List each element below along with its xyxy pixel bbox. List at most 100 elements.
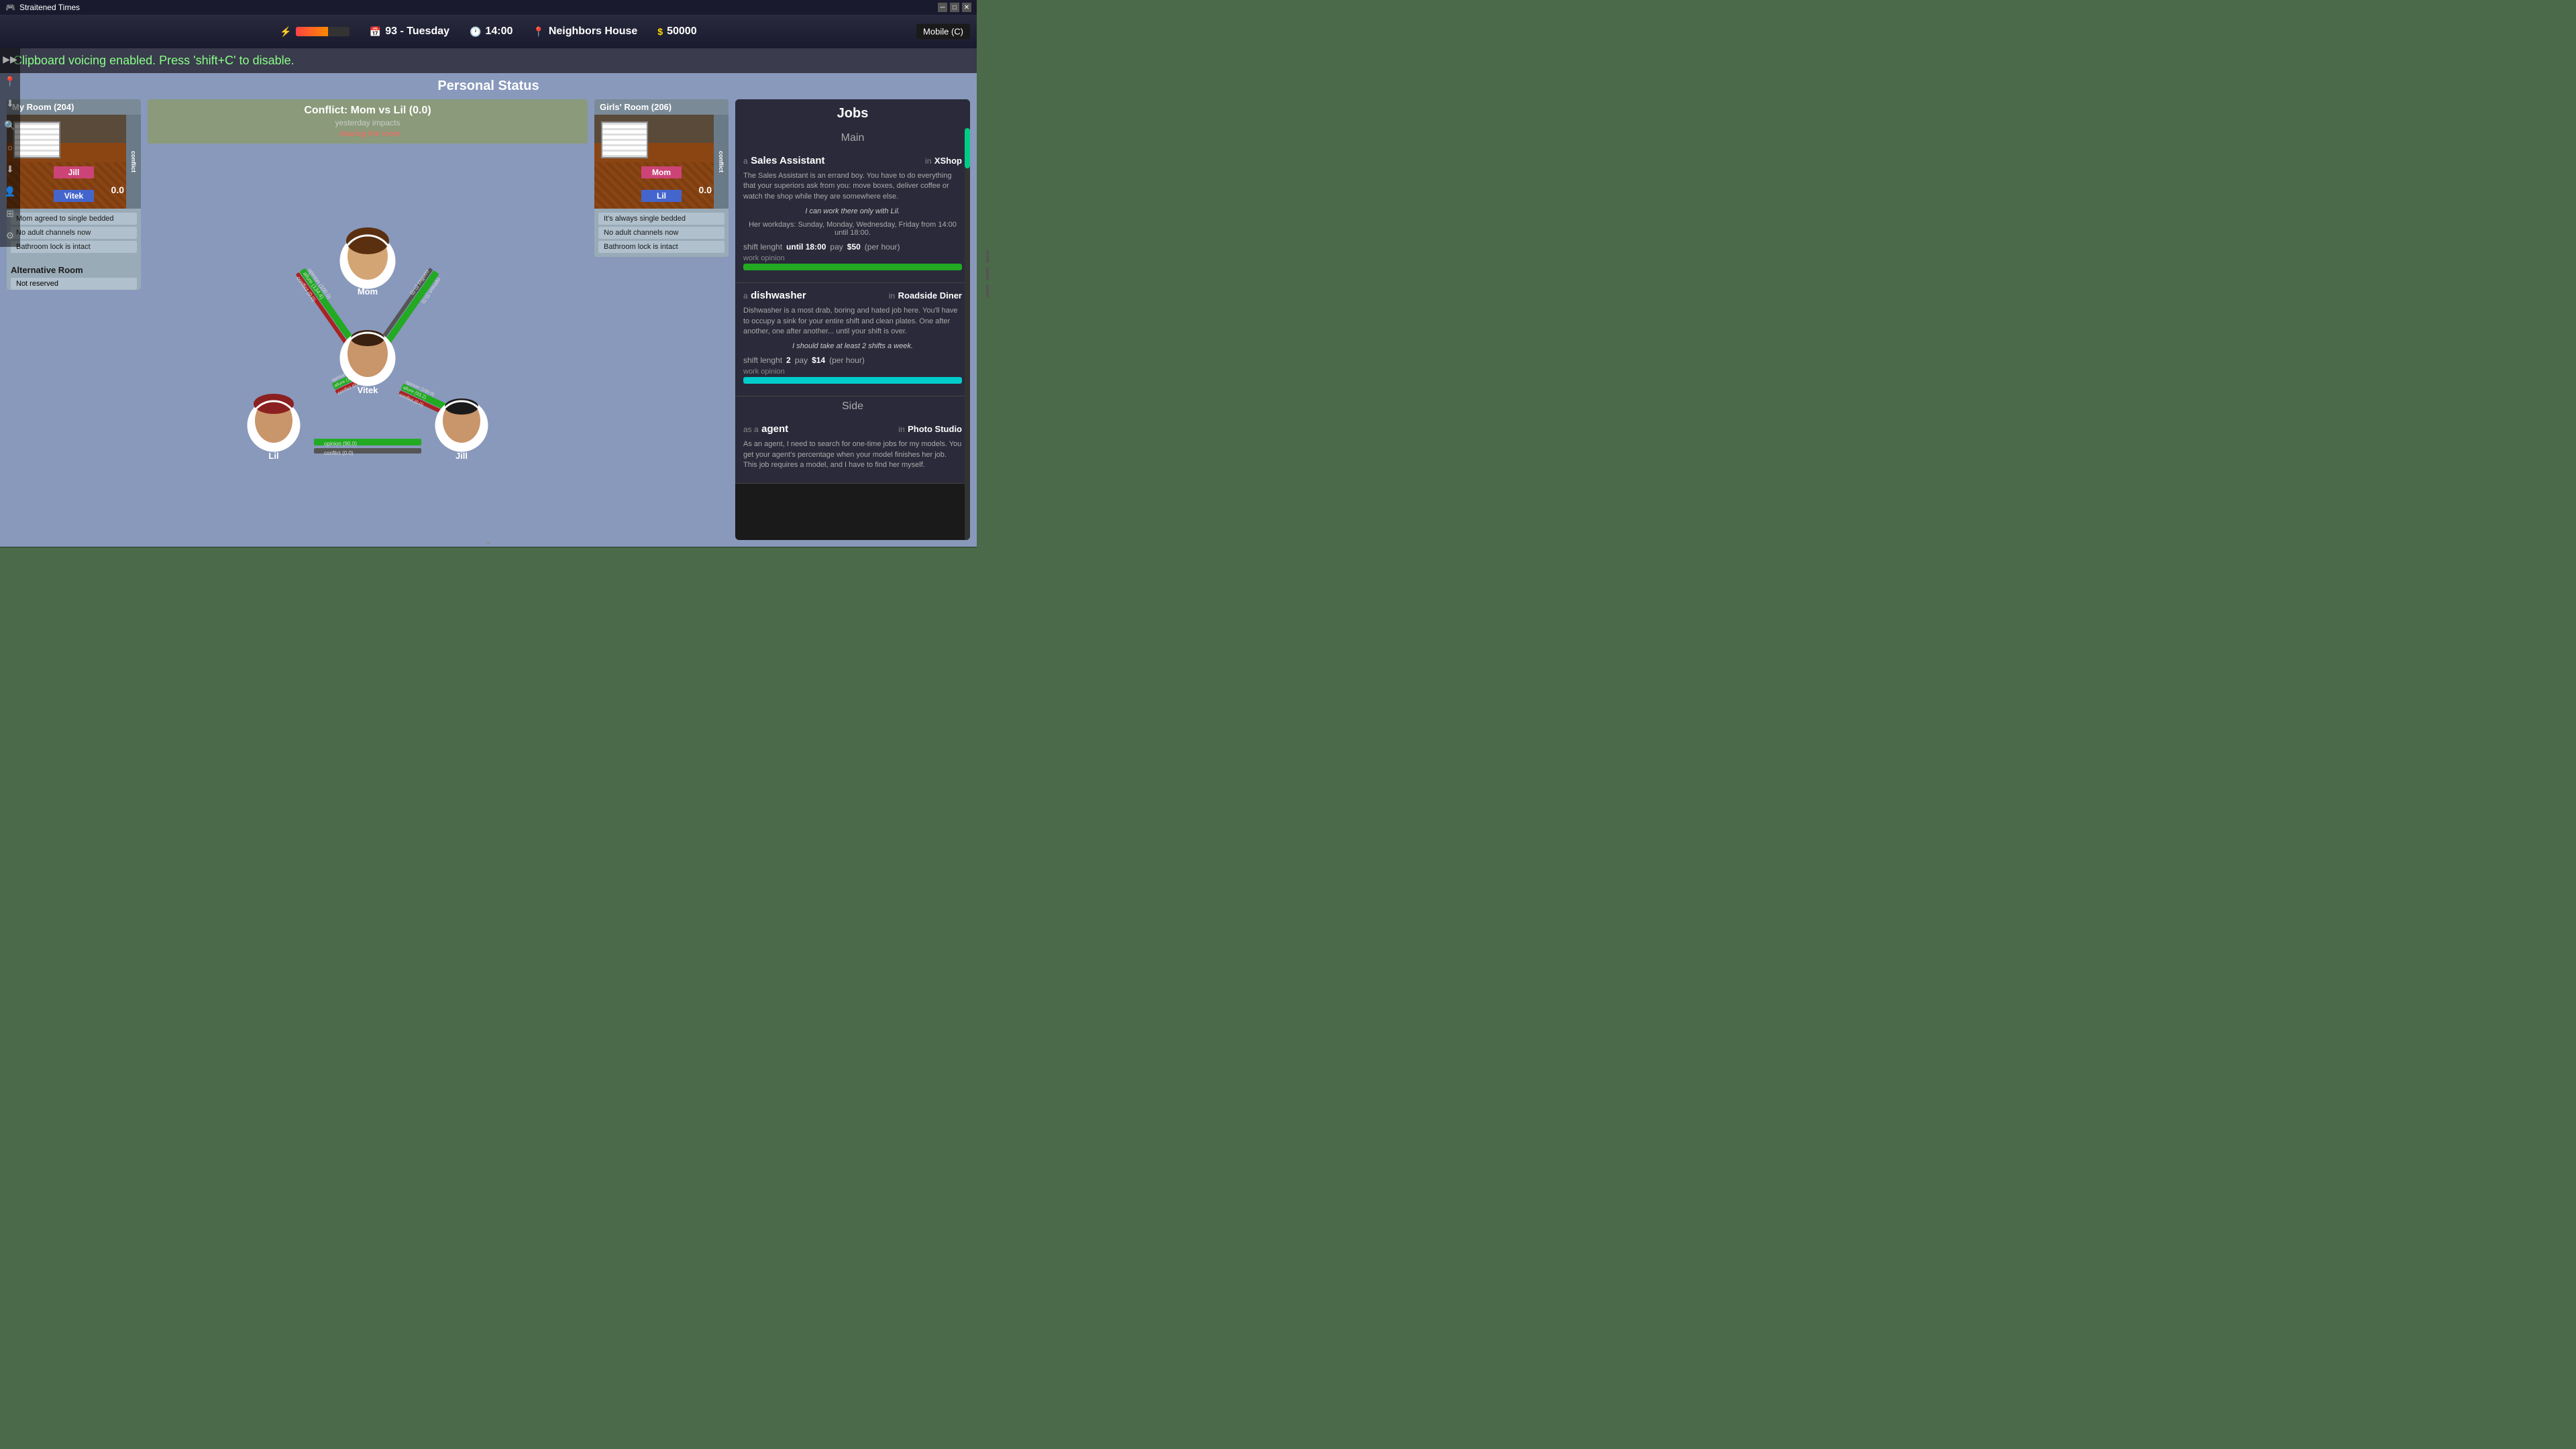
section-title: Personal Status — [0, 73, 977, 99]
job-shift-1: shift lenght until 18:00 pay $50 (per ho… — [743, 242, 962, 252]
sidebar-location-icon[interactable]: 📍 — [1, 73, 18, 90]
conflict-value-right: 0.0 — [699, 184, 712, 195]
close-button[interactable]: ✕ — [962, 3, 971, 12]
not-reserved-badge: Not reserved — [11, 278, 137, 290]
location-display: Neighbors House — [549, 25, 637, 38]
agent-job[interactable]: as a agent in Photo Studio As an agent, … — [735, 417, 970, 483]
room-bed — [13, 121, 60, 158]
jobs-side-header: Side — [735, 396, 970, 417]
energy-item: ⚡ — [280, 26, 349, 38]
conflict-subtitle: yesterday impacts — [158, 118, 577, 127]
jobs-panel: Jobs Main a Sales Assistant — [735, 99, 970, 540]
lightning-icon: ⚡ — [280, 26, 291, 38]
dishwasher-job[interactable]: a dishwasher in Roadside Diner Dishwashe… — [735, 283, 970, 396]
status-no-adult-right: No adult channels now — [598, 227, 724, 239]
location-item: 📍 Neighbors House — [533, 25, 637, 38]
job-company-1: XShop — [934, 156, 962, 166]
jobs-main-header: Main — [735, 128, 970, 148]
conflict-box: Conflict: Mom vs Lil (0.0) yesterday imp… — [148, 99, 588, 144]
job-in-2: in — [889, 291, 895, 301]
job-company-3: Photo Studio — [908, 424, 962, 434]
mom-badge: Mom — [641, 166, 682, 178]
window-controls: ─ □ ✕ — [938, 3, 971, 12]
job-as-3: as a — [743, 425, 759, 434]
sidebar-download-icon[interactable]: ⬇ — [3, 95, 17, 112]
shift-pay-2: $14 — [812, 356, 825, 365]
my-room-header: My Room (204) — [7, 99, 141, 115]
minimize-button[interactable]: ─ — [938, 3, 947, 12]
job-as-2: a — [743, 291, 748, 301]
alt-room-header: Alternative Room — [7, 262, 141, 278]
girls-room-status-list: It's always single bedded No adult chann… — [594, 209, 729, 257]
my-room-status-list: Mom agreed to single bedded No adult cha… — [7, 209, 141, 257]
clock-icon: 🕐 — [470, 26, 481, 38]
main-content: Personal Status My Room (204) conflict — [0, 73, 977, 547]
clipboard-bar: Clipboard voicing enabled. Press 'shift+… — [0, 48, 977, 73]
job-shift-2: shift lenght 2 pay $14 (per hour) — [743, 356, 962, 365]
clipboard-message: Clipboard voicing enabled. Press 'shift+… — [13, 54, 294, 67]
diagram-container: opinion (100.0) allure (134.4) conflict … — [148, 217, 588, 472]
job-role-3: agent — [761, 423, 788, 435]
top-bar: ⚡ 📅 93 - Tuesday 🕐 14:00 📍 Neighbors Hou… — [0, 15, 977, 48]
sidebar-download2-icon[interactable]: ⬇ — [3, 161, 17, 178]
job-note-1: I can work there only with Lil. — [743, 207, 962, 215]
scrollbar-thumb[interactable] — [965, 128, 970, 168]
app-window: 🎮 Straitened Times ─ □ ✕ ⚡ 📅 93 - Tuesda… — [0, 0, 977, 547]
sidebar-chevron-right[interactable]: ▶▶ — [0, 51, 20, 68]
scroll-down-icon[interactable]: ⌄ — [484, 534, 492, 547]
left-panel: My Room (204) conflict Jill — [7, 99, 141, 540]
conflict-value-left: 0.0 — [111, 184, 124, 195]
restore-button[interactable]: □ — [950, 3, 959, 12]
time-item: 🕐 14:00 — [470, 25, 513, 38]
work-opinion-bar-1 — [743, 264, 962, 270]
girls-room-header: Girls' Room (206) — [594, 99, 729, 115]
scrollbar-track — [965, 128, 970, 540]
girls-room-panel: Girls' Room (206) conflict Mom — [594, 99, 729, 540]
jill-badge: Jill — [54, 166, 94, 178]
calendar-icon: 📅 — [370, 26, 381, 38]
job-in-3: in — [898, 425, 904, 434]
work-opinion-bar-2 — [743, 377, 962, 384]
sidebar-settings-icon[interactable]: ⚙ — [3, 227, 17, 244]
window-title: 🎮 Straitened Times — [5, 3, 80, 12]
shift-value-2: 2 — [786, 356, 791, 365]
status-no-adult-left: No adult channels now — [11, 227, 137, 239]
day-item: 📅 93 - Tuesday — [370, 25, 449, 38]
conflict-title: Conflict: Mom vs Lil (0.0) — [158, 105, 577, 117]
sales-assistant-job[interactable]: a Sales Assistant in XShop The Sales Ass… — [735, 148, 970, 283]
sidebar-grid-icon[interactable]: ⊞ — [3, 205, 17, 222]
money-item: $ 50000 — [657, 25, 696, 38]
job-in-1: in — [925, 156, 931, 166]
girls-room-image: conflict Mom Lil 0.0 — [594, 115, 729, 209]
conflict-detail: - sharing the room — [158, 129, 577, 138]
svg-text:Lil: Lil — [268, 451, 278, 461]
job-role-2: dishwasher — [751, 290, 806, 301]
jobs-header: Jobs — [735, 99, 970, 128]
job-desc-3: As an agent, I need to search for one-ti… — [743, 439, 962, 470]
sidebar-person-icon[interactable]: 👤 — [1, 183, 18, 200]
shift-pay-1: $50 — [847, 242, 861, 252]
relationship-diagram: opinion (100.0) allure (134.4) conflict … — [148, 149, 588, 540]
left-sidebar: ▶▶ 📍 ⬇ 🔍 ○ ⬇ 👤 ⊞ ⚙ — [0, 48, 20, 247]
girls-room: Girls' Room (206) conflict Mom — [594, 99, 729, 257]
center-panel: Conflict: Mom vs Lil (0.0) yesterday imp… — [148, 99, 588, 540]
job-schedule-1: Her workdays: Sunday, Monday, Wednesday,… — [743, 221, 962, 237]
girls-room-bed — [601, 121, 648, 158]
energy-bar-fill — [296, 27, 328, 36]
sidebar-circle-icon[interactable]: ○ — [5, 140, 15, 156]
app-icon: 🎮 — [5, 3, 15, 12]
jobs-content[interactable]: Main a Sales Assistant in XShop — [735, 128, 970, 540]
svg-text:Vitek: Vitek — [358, 385, 379, 395]
job-desc-2: Dishwasher is a most drab, boring and ha… — [743, 306, 962, 337]
status-bathroom-right: Bathroom lock is intact — [598, 241, 724, 253]
shift-until-1: until 18:00 — [786, 242, 826, 252]
alt-room-section: Alternative Room Not reserved — [7, 262, 141, 290]
title-bar: 🎮 Straitened Times ─ □ ✕ — [0, 0, 977, 15]
time-display: 14:00 — [485, 25, 513, 38]
work-opinion-label-2: work opinion — [743, 368, 962, 376]
sidebar-search-icon[interactable]: 🔍 — [1, 117, 18, 134]
svg-text:Jill: Jill — [455, 451, 468, 461]
mobile-label[interactable]: Mobile (C) — [916, 24, 970, 40]
status-mom-agreed: Mom agreed to single bedded — [11, 213, 137, 225]
job-company-2: Roadside Diner — [898, 290, 962, 301]
